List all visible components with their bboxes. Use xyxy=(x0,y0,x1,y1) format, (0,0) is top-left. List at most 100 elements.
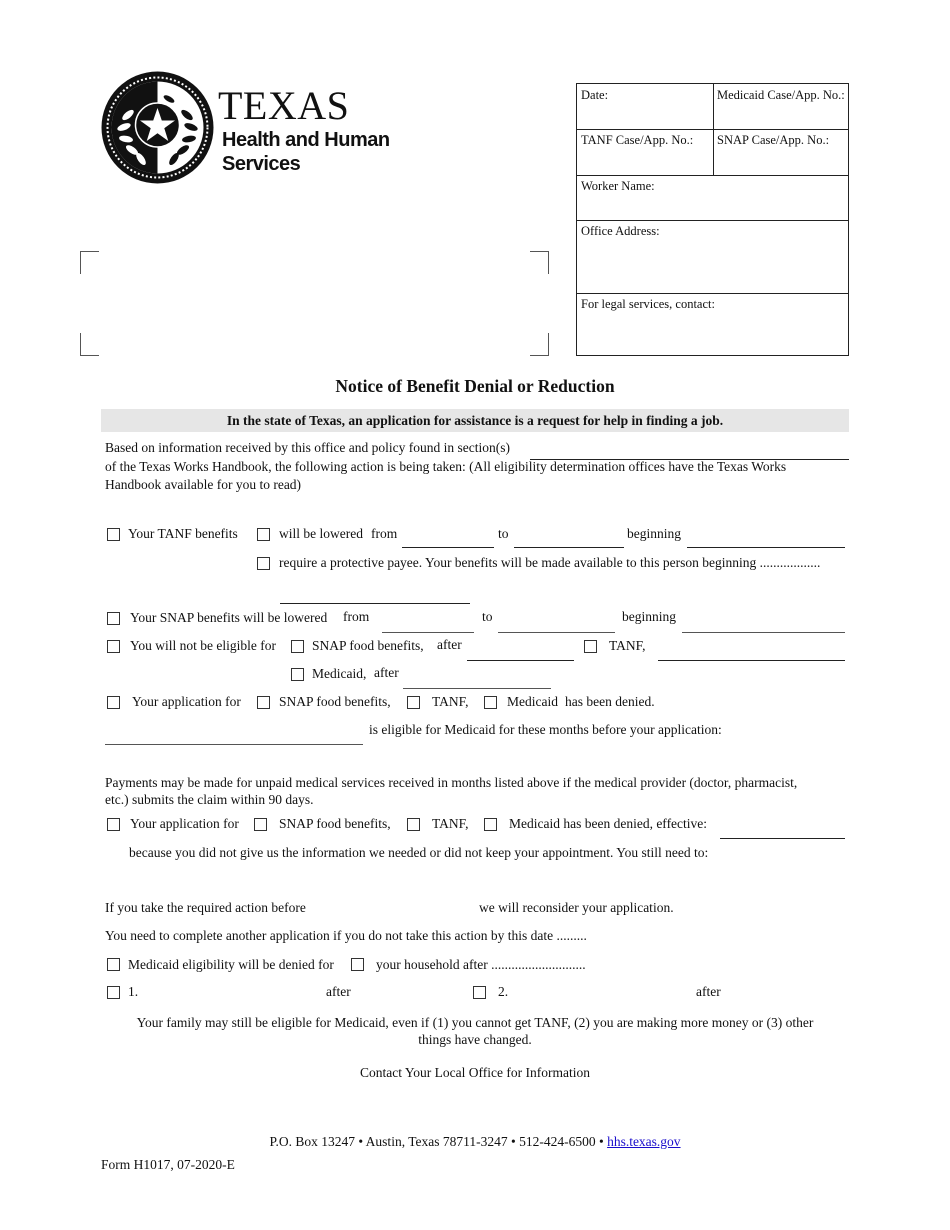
person-2-after-label: after xyxy=(696,984,721,999)
not-eligible-snap-label: SNAP food benefits, xyxy=(312,638,424,653)
date-label: Date: xyxy=(581,88,609,102)
tanf-lowered-checkbox[interactable] xyxy=(257,528,270,541)
snap-lowered-checkbox[interactable] xyxy=(107,612,120,625)
app-denied-effective-tanf-checkbox[interactable] xyxy=(407,818,420,831)
snap-lowered-top-field[interactable] xyxy=(280,603,470,604)
tanf-benefits-label: Your TANF benefits xyxy=(128,526,238,541)
tanf-case-field[interactable]: TANF Case/App. No.: xyxy=(577,129,713,175)
job-help-banner: In the state of Texas, an application fo… xyxy=(101,409,849,432)
tanf-to-label: to xyxy=(498,526,509,541)
person-1-label: 1. xyxy=(128,984,139,999)
medicaid-denied-checkbox[interactable] xyxy=(107,958,120,971)
contact-local-office: Contact Your Local Office for Informatio… xyxy=(360,1065,590,1080)
medicaid-after-label: after xyxy=(374,665,399,680)
legal-services-label: For legal services, contact: xyxy=(581,297,715,311)
not-eligible-after-label: after xyxy=(437,637,462,652)
date-field[interactable]: Date: xyxy=(577,84,713,129)
reconsider-after-label: we will reconsider your application. xyxy=(479,900,674,915)
tanf-case-label: TANF Case/App. No.: xyxy=(581,133,694,147)
worker-name-label: Worker Name: xyxy=(581,179,655,193)
corner-top-left xyxy=(80,251,99,274)
app-denied-effective-snap-checkbox[interactable] xyxy=(254,818,267,831)
tanf-beginning-label: beginning xyxy=(627,526,681,541)
case-info-table: Date: Medicaid Case/App. No.: TANF Case/… xyxy=(576,83,849,356)
tanf-benefits-checkbox[interactable] xyxy=(107,528,120,541)
corner-top-right xyxy=(530,251,549,274)
app-denied-effective-snap-label: SNAP food benefits, xyxy=(279,816,391,831)
app-denied-medicaid-checkbox[interactable] xyxy=(484,696,497,709)
medicaid-household-label: your household after ...................… xyxy=(376,957,586,972)
not-eligible-checkbox[interactable] xyxy=(107,640,120,653)
payments-line-1: Payments may be made for unpaid medical … xyxy=(105,775,798,790)
app-denied-label: Your application for xyxy=(132,694,241,709)
page-title: Notice of Benefit Denial or Reduction xyxy=(335,376,615,396)
person-2-checkbox[interactable] xyxy=(473,986,486,999)
form-id: Form H1017, 07-2020-E xyxy=(101,1157,235,1172)
snap-to-amount-field[interactable] xyxy=(498,632,615,633)
snap-from-label: from xyxy=(343,609,370,624)
app-denied-snap-label: SNAP food benefits, xyxy=(279,694,391,709)
medicaid-household-checkbox[interactable] xyxy=(351,958,364,971)
not-eligible-tanf-label: TANF, xyxy=(609,638,646,653)
not-eligible-snap-checkbox[interactable] xyxy=(291,640,304,653)
logo-services-text: Services xyxy=(222,153,301,175)
person-1-checkbox[interactable] xyxy=(107,986,120,999)
tanf-beginning-date-field[interactable] xyxy=(687,547,845,548)
snap-beginning-date-field[interactable] xyxy=(682,632,845,633)
person-1-after-label: after xyxy=(326,984,351,999)
texas-star-seal-icon xyxy=(101,71,214,184)
app-denied-effective-medicaid-label: Medicaid has been denied, effective: xyxy=(509,816,708,831)
footer-address: P.O. Box 13247 • Austin, Texas 78711-324… xyxy=(0,1134,950,1150)
medicaid-case-label: Medicaid Case/App. No.: xyxy=(717,88,845,102)
reconsider-before-label: If you take the required action before xyxy=(105,900,306,915)
snap-lowered-label: Your SNAP benefits will be lowered xyxy=(130,610,328,625)
eligible-person-name-field[interactable] xyxy=(105,744,363,745)
not-eligible-medicaid-label: Medicaid, xyxy=(312,666,367,681)
logo-hhs-text: Health and Human xyxy=(222,129,390,151)
payments-line-2: etc.) submits the claim within 90 days. xyxy=(105,792,314,807)
because-text: because you did not give us the informat… xyxy=(129,845,709,860)
family-note-line-2: things have changed. xyxy=(418,1032,532,1047)
denied-effective-date-field[interactable] xyxy=(720,838,845,839)
app-denied-checkbox[interactable] xyxy=(107,696,120,709)
app-denied-tanf-label: TANF, xyxy=(432,694,469,709)
protective-payee-checkbox[interactable] xyxy=(257,557,270,570)
corner-bottom-right xyxy=(530,333,549,356)
medicaid-after-date-field[interactable] xyxy=(403,688,551,689)
logo-texas-text: TEXAS xyxy=(218,83,350,128)
tanf-after-date-field[interactable] xyxy=(658,660,845,661)
snap-case-label: SNAP Case/App. No.: xyxy=(717,133,830,147)
app-denied-medicaid-label: Medicaid xyxy=(507,694,558,709)
office-address-label: Office Address: xyxy=(581,224,660,238)
medicaid-denied-label: Medicaid eligibility will be denied for xyxy=(128,957,334,972)
legal-services-field[interactable]: For legal services, contact: xyxy=(577,293,849,355)
snap-case-field[interactable]: SNAP Case/App. No.: xyxy=(713,129,849,175)
corner-bottom-left xyxy=(80,333,99,356)
tanf-to-amount-field[interactable] xyxy=(514,547,624,548)
tanf-from-label: from xyxy=(371,526,398,541)
app-denied-effective-medicaid-checkbox[interactable] xyxy=(484,818,497,831)
another-application-text: You need to complete another application… xyxy=(105,928,587,943)
intro-line-3: Handbook available for you to read) xyxy=(105,477,302,492)
family-note-line-1: Your family may still be eligible for Me… xyxy=(136,1015,814,1030)
not-eligible-medicaid-checkbox[interactable] xyxy=(291,668,304,681)
worker-name-field[interactable]: Worker Name: xyxy=(577,175,849,220)
app-denied-tanf-checkbox[interactable] xyxy=(407,696,420,709)
app-denied-snap-checkbox[interactable] xyxy=(257,696,270,709)
office-address-field[interactable]: Office Address: xyxy=(577,220,849,293)
not-eligible-tanf-checkbox[interactable] xyxy=(584,640,597,653)
tanf-from-amount-field[interactable] xyxy=(402,547,494,548)
app-denied-effective-label: Your application for xyxy=(130,816,239,831)
app-denied-effective-tanf-label: TANF, xyxy=(432,816,469,831)
person-2-label: 2. xyxy=(498,984,509,999)
snap-beginning-label: beginning xyxy=(622,609,676,624)
app-denied-effective-checkbox[interactable] xyxy=(107,818,120,831)
snap-from-amount-field[interactable] xyxy=(382,632,474,633)
intro-line-2: of the Texas Works Handbook, the followi… xyxy=(105,459,787,474)
tanf-lowered-label: will be lowered xyxy=(279,526,363,541)
hhs-website-link[interactable]: hhs.texas.gov xyxy=(607,1134,681,1149)
medicaid-case-field[interactable]: Medicaid Case/App. No.: xyxy=(713,84,849,129)
snap-after-date-field[interactable] xyxy=(467,660,574,661)
snap-to-label: to xyxy=(482,609,493,624)
intro-line-1: Based on information received by this of… xyxy=(105,440,511,455)
